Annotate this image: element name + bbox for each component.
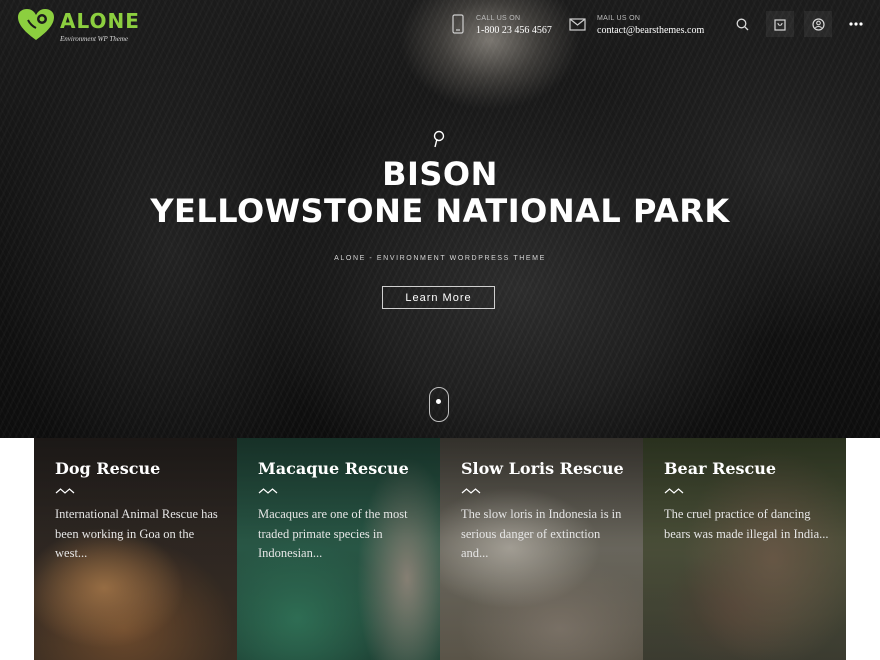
card-dog-rescue[interactable]: Dog Rescue International Animal Rescue h… [34, 438, 237, 660]
hero-subtitle: ALONE - ENVIRONMENT WORDPRESS THEME [334, 255, 546, 262]
card-description: International Animal Rescue has been wor… [55, 507, 218, 560]
card-title[interactable]: Macaque Rescue [258, 459, 409, 478]
card-slow-loris-rescue[interactable]: Slow Loris Rescue The slow loris in Indo… [440, 438, 643, 660]
contact-phone-label: CALL US ON [476, 15, 521, 22]
contact-mail-address[interactable]: contact@bearsthemes.com [597, 25, 704, 36]
phone-icon [452, 14, 464, 34]
card-description: The slow loris in Indonesia is in seriou… [461, 507, 622, 560]
account-button[interactable] [804, 11, 832, 37]
leaf-mark-icon [433, 130, 445, 148]
hero-banner: ALONE Environment WP Theme CALL US ON 1-… [0, 0, 880, 438]
zigzag-divider-icon [258, 488, 278, 494]
logo-tagline: Environment WP Theme [60, 35, 129, 43]
card-title[interactable]: Slow Loris Rescue [461, 459, 624, 478]
site-logo[interactable]: ALONE Environment WP Theme [16, 8, 146, 43]
card-description: Macaques are one of the most traded prim… [258, 507, 408, 560]
contact-mail[interactable]: MAIL US ON contact@bearsthemes.com [569, 12, 719, 42]
search-icon [736, 18, 748, 30]
card-description: The cruel practice of dancing bears was … [664, 507, 829, 541]
hero-title-line1: BISON [382, 155, 498, 193]
contact-phone[interactable]: CALL US ON 1-800 23 456 4567 [452, 12, 562, 42]
learn-more-button[interactable]: Learn More [382, 286, 495, 309]
more-menu-button[interactable] [842, 11, 870, 37]
scroll-indicator-dot [436, 399, 441, 404]
cart-icon [774, 18, 786, 31]
logo-heart-icon [18, 9, 54, 40]
card-bear-rescue[interactable]: Bear Rescue The cruel practice of dancin… [643, 438, 846, 660]
search-button[interactable] [728, 11, 756, 37]
zigzag-divider-icon [461, 488, 481, 494]
zigzag-divider-icon [55, 488, 75, 494]
logo-name: ALONE [60, 9, 140, 33]
hero-title-line2: YELLOWSTONE NATIONAL PARK [150, 192, 730, 230]
contact-phone-number[interactable]: 1-800 23 456 4567 [476, 25, 552, 36]
user-icon [811, 17, 825, 31]
cart-button[interactable] [766, 11, 794, 37]
card-macaque-rescue[interactable]: Macaque Rescue Macaques are one of the m… [237, 438, 440, 660]
card-title[interactable]: Bear Rescue [664, 459, 776, 478]
card-title[interactable]: Dog Rescue [55, 459, 160, 478]
zigzag-divider-icon [664, 488, 684, 494]
envelope-icon [569, 18, 586, 31]
more-icon [849, 22, 863, 26]
contact-mail-label: MAIL US ON [597, 15, 641, 22]
scroll-down-indicator[interactable] [429, 387, 449, 422]
